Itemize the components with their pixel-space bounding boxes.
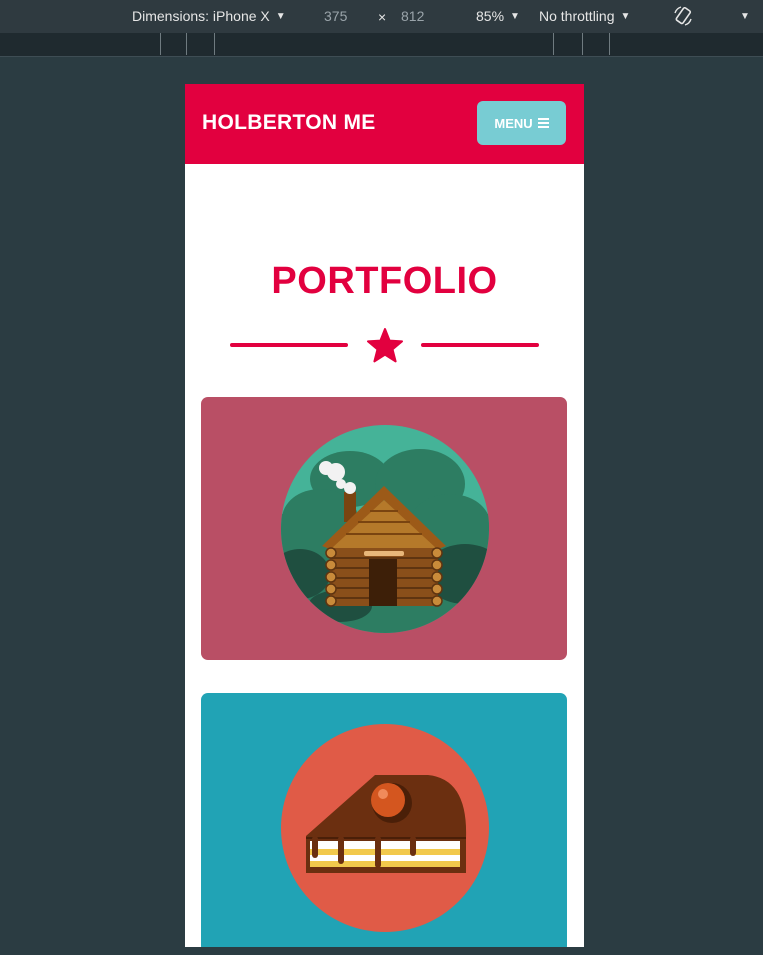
page-title: PORTFOLIO	[271, 260, 498, 302]
portfolio-card[interactable]	[201, 397, 567, 660]
zoom-label: 85%	[476, 8, 505, 24]
portfolio-card[interactable]	[201, 693, 567, 947]
title-divider	[185, 327, 584, 367]
menu-button-label: MENU	[494, 115, 533, 131]
more-options-chevron-icon[interactable]: ▼	[740, 11, 750, 22]
device-dimensions-select[interactable]: Dimensions: iPhone X ▼	[132, 8, 286, 24]
device-viewport: HOLBERTON ME MENU PORTFOLIO	[185, 84, 584, 947]
zoom-select[interactable]: 85% ▼	[476, 8, 520, 24]
device-ruler	[0, 33, 763, 57]
cake-slice-icon	[281, 724, 489, 932]
site-brand[interactable]: HOLBERTON ME	[202, 111, 376, 135]
chevron-down-icon: ▼	[620, 10, 631, 22]
star-icon	[367, 328, 403, 363]
device-dimensions-label: Dimensions: iPhone X	[132, 8, 270, 24]
chevron-down-icon: ▼	[510, 10, 520, 22]
width-input[interactable]: 375	[324, 8, 347, 24]
throttling-label: No throttling	[539, 8, 615, 24]
devtools-toolbar: Dimensions: iPhone X ▼ 375 × 812 85% ▼ N…	[0, 0, 763, 33]
menu-button[interactable]: MENU	[477, 101, 566, 145]
hamburger-icon	[537, 118, 549, 128]
rotate-device-icon[interactable]	[672, 5, 694, 30]
log-cabin-icon	[281, 425, 489, 633]
dimensions-times-sign: ×	[378, 9, 387, 25]
throttling-select[interactable]: No throttling ▼	[539, 8, 630, 24]
site-header: HOLBERTON ME MENU	[185, 84, 584, 164]
chevron-down-icon: ▼	[275, 10, 286, 22]
height-input[interactable]: 812	[401, 8, 424, 24]
